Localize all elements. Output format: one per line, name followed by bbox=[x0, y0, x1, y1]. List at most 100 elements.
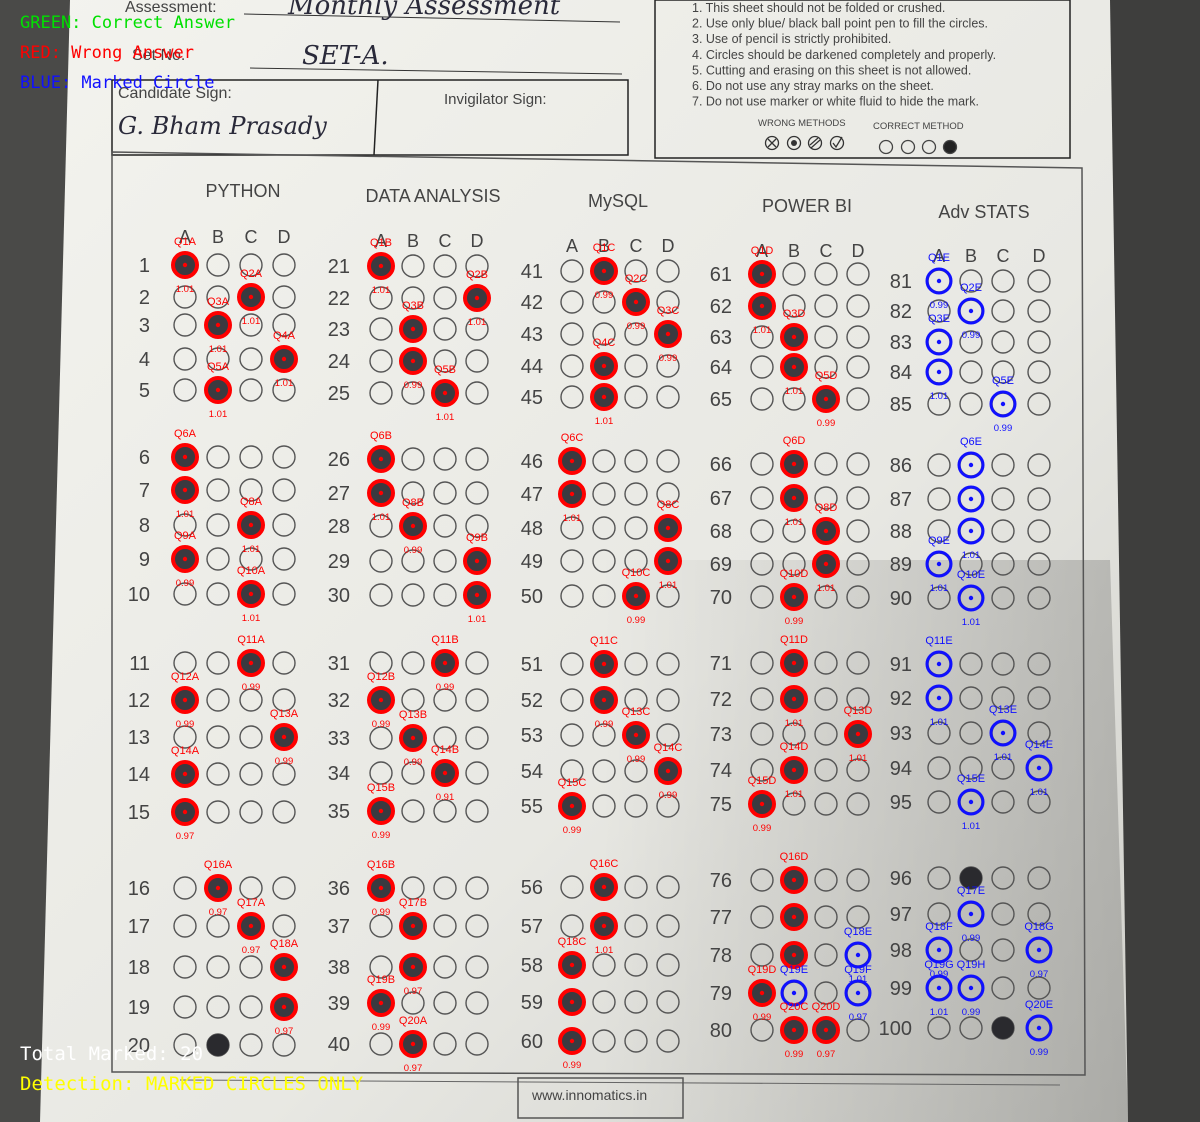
detected-mark: Q8C bbox=[654, 499, 682, 542]
detection-center-dot bbox=[182, 556, 188, 562]
detection-score: 1.01 bbox=[275, 378, 294, 389]
detection-center-dot bbox=[182, 771, 188, 777]
question-number: 91 bbox=[890, 654, 912, 676]
detected-mark: 1.01 bbox=[590, 912, 618, 956]
detection-score: 1.01 bbox=[372, 512, 391, 523]
detection-score: 0.99 bbox=[404, 545, 423, 556]
detection-label: Q12B bbox=[367, 671, 395, 683]
instruction-line: 3. Use of pencil is strictly prohibited. bbox=[692, 32, 891, 46]
detection-center-dot bbox=[281, 1004, 287, 1010]
question-number: 68 bbox=[710, 521, 732, 543]
question-number: 13 bbox=[128, 727, 150, 749]
detection-center-dot bbox=[569, 458, 575, 464]
detection-label: Q10E bbox=[957, 569, 985, 581]
detection-center-dot bbox=[791, 914, 797, 920]
detection-score: 0.97 bbox=[404, 1063, 423, 1074]
detection-center-dot bbox=[474, 295, 480, 301]
detection-score: 1.01 bbox=[785, 517, 804, 528]
detected-mark: Q2A 1.01 bbox=[237, 268, 265, 327]
detection-label: Q1C bbox=[593, 242, 616, 254]
question-number: 74 bbox=[710, 760, 732, 782]
question-number: 46 bbox=[521, 451, 543, 473]
detection-center-dot bbox=[759, 303, 765, 309]
detection-label: Q5B bbox=[434, 364, 456, 376]
detection-label: Q5A bbox=[207, 361, 230, 373]
detection-center-dot bbox=[665, 768, 671, 774]
detection-label: Q15B bbox=[367, 782, 395, 794]
detection-score: 1.01 bbox=[176, 509, 195, 520]
question-number: 70 bbox=[710, 587, 732, 609]
detection-label: Q2E bbox=[960, 282, 982, 294]
detection-score: 0.97 bbox=[242, 945, 261, 956]
detected-mark: 1.01 bbox=[748, 292, 776, 336]
detection-label: Q8D bbox=[815, 502, 838, 514]
detection-center-dot bbox=[248, 294, 254, 300]
detection-label: Q13B bbox=[399, 709, 427, 721]
option-header: D bbox=[662, 236, 675, 256]
detection-center-dot bbox=[601, 363, 607, 369]
detection-center-dot bbox=[968, 595, 974, 601]
detection-label: Q2B bbox=[466, 269, 488, 281]
detection-label: Q11D bbox=[780, 634, 808, 646]
question-number: 28 bbox=[328, 516, 350, 538]
question-number: 40 bbox=[328, 1034, 350, 1056]
detection-center-dot bbox=[281, 964, 287, 970]
detection-score: 1.01 bbox=[242, 316, 261, 327]
detected-mark: Q18C bbox=[558, 936, 586, 979]
detection-label: Q20E bbox=[1025, 999, 1053, 1011]
detected-mark: Q16D bbox=[780, 851, 808, 894]
detection-score: 1.01 bbox=[595, 945, 614, 956]
option-header: C bbox=[997, 246, 1010, 266]
detection-center-dot bbox=[410, 923, 416, 929]
question-number: 49 bbox=[521, 551, 543, 573]
question-number: 27 bbox=[328, 483, 350, 505]
detection-score: 0.99 bbox=[563, 1060, 582, 1071]
detection-center-dot bbox=[378, 456, 384, 462]
question-number: 79 bbox=[710, 983, 732, 1005]
detection-label: Q9E bbox=[928, 535, 950, 547]
detection-score: 1.01 bbox=[1030, 787, 1049, 798]
detected-mark: Q14A bbox=[171, 745, 200, 788]
detection-center-dot bbox=[968, 528, 974, 534]
detection-center-dot bbox=[1036, 765, 1042, 771]
detection-label: Q16B bbox=[367, 859, 395, 871]
detected-mark: Q4C bbox=[590, 337, 618, 380]
question-number: 76 bbox=[710, 870, 732, 892]
option-header: C bbox=[630, 236, 643, 256]
total-marked-count: Total Marked: 20 bbox=[20, 1043, 204, 1065]
detection-score: 0.97 bbox=[404, 986, 423, 997]
question-number: 98 bbox=[890, 940, 912, 962]
detection-center-dot bbox=[442, 390, 448, 396]
option-header: A bbox=[566, 236, 578, 256]
option-header: B bbox=[212, 227, 224, 247]
option-header: B bbox=[965, 246, 977, 266]
detection-center-dot bbox=[1000, 730, 1006, 736]
detected-mark: 0.97 bbox=[270, 993, 298, 1037]
question-number: 39 bbox=[328, 993, 350, 1015]
subject-title: DATA ANALYSIS bbox=[365, 186, 500, 206]
detection-score: 1.01 bbox=[962, 821, 981, 832]
detection-label: Q5D bbox=[815, 370, 838, 382]
question-number: 71 bbox=[710, 653, 732, 675]
question-number: 56 bbox=[521, 877, 543, 899]
question-number: 69 bbox=[710, 554, 732, 576]
detection-center-dot bbox=[968, 911, 974, 917]
detection-label: Q20D bbox=[812, 1001, 841, 1013]
detection-score: 1.01 bbox=[659, 580, 678, 591]
question-number: 29 bbox=[328, 551, 350, 573]
detection-center-dot bbox=[248, 660, 254, 666]
detected-mark: Q6A bbox=[171, 428, 199, 471]
detection-label: Q17E bbox=[957, 885, 985, 897]
detection-center-dot bbox=[791, 660, 797, 666]
question-number: 17 bbox=[128, 916, 150, 938]
detection-label: Q15D bbox=[748, 775, 777, 787]
question-number: 1 bbox=[139, 255, 150, 277]
detected-mark: Q3A 1.01 bbox=[204, 296, 232, 355]
detection-center-dot bbox=[410, 358, 416, 364]
detected-mark: Q5A 1.01 bbox=[204, 361, 232, 420]
detected-mark: 1.01 bbox=[780, 685, 808, 729]
question-number: 8 bbox=[139, 515, 150, 537]
detection-center-dot bbox=[378, 808, 384, 814]
detection-label: Q14B bbox=[431, 744, 459, 756]
wrong-methods-label: WRONG METHODS bbox=[758, 118, 846, 129]
